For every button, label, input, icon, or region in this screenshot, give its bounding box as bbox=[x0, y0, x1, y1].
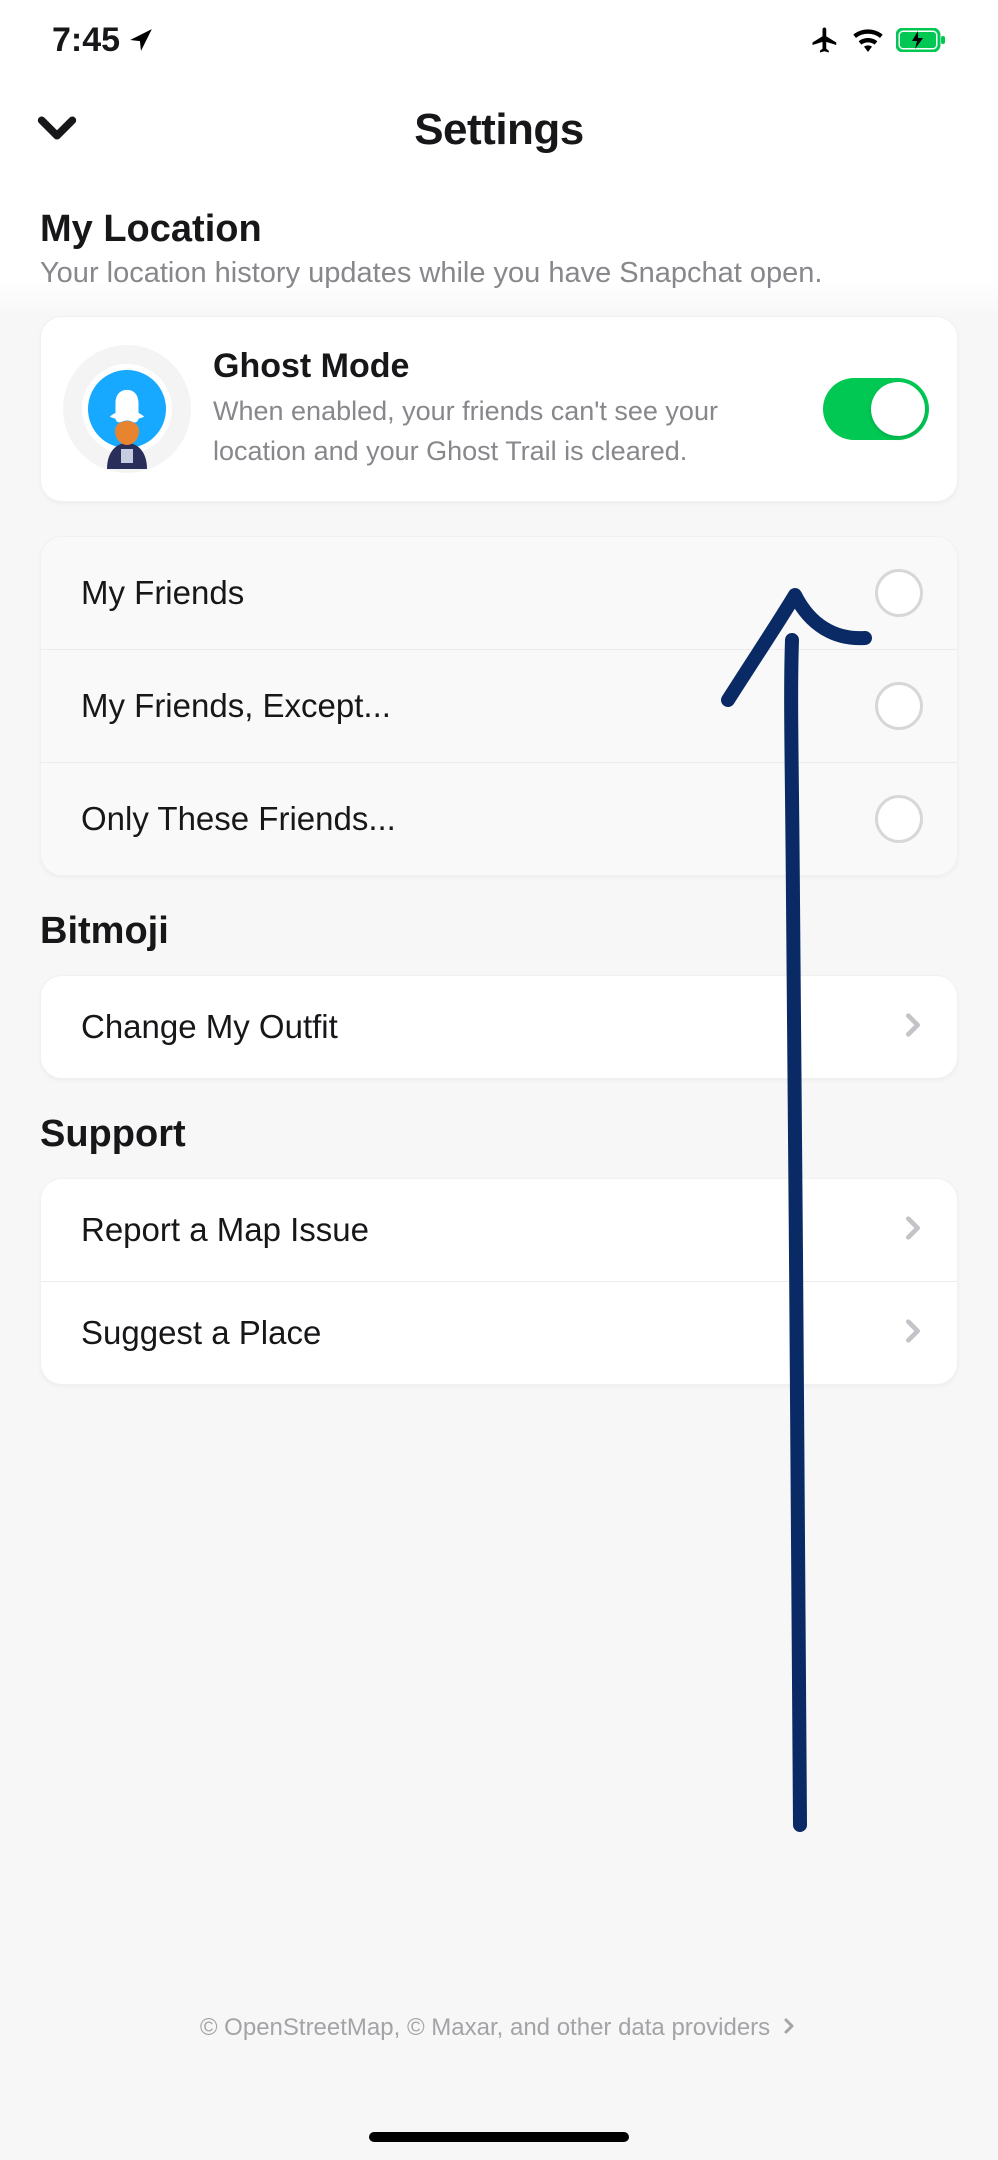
radio-icon bbox=[875, 682, 923, 730]
visibility-options-card: My Friends My Friends, Except... Only Th… bbox=[40, 536, 958, 876]
option-label: My Friends bbox=[81, 574, 244, 612]
support-card: Report a Map Issue Suggest a Place bbox=[40, 1178, 958, 1385]
status-time: 7:45 bbox=[52, 21, 120, 60]
change-outfit-row[interactable]: Change My Outfit bbox=[41, 976, 957, 1078]
radio-icon bbox=[875, 795, 923, 843]
chevron-down-icon bbox=[34, 105, 80, 156]
status-left: 7:45 bbox=[52, 21, 154, 60]
chevron-right-icon bbox=[899, 1317, 927, 1350]
ghost-mode-row: Ghost Mode When enabled, your friends ca… bbox=[41, 317, 957, 501]
battery-charging-icon bbox=[896, 28, 946, 52]
bitmoji-body-icon bbox=[95, 421, 159, 469]
ghost-mode-toggle[interactable] bbox=[823, 378, 929, 440]
bitmoji-avatar bbox=[63, 345, 191, 473]
option-my-friends-except[interactable]: My Friends, Except... bbox=[41, 650, 957, 763]
airplane-icon bbox=[810, 25, 840, 55]
option-label: My Friends, Except... bbox=[81, 687, 391, 725]
wifi-icon bbox=[852, 28, 884, 52]
action-label: Change My Outfit bbox=[81, 1008, 338, 1046]
radio-icon bbox=[875, 569, 923, 617]
chevron-right-icon bbox=[899, 1214, 927, 1247]
location-arrow-icon bbox=[128, 27, 154, 53]
bitmoji-card: Change My Outfit bbox=[40, 975, 958, 1079]
section-title-support: Support bbox=[0, 1079, 998, 1178]
page-title: Settings bbox=[414, 105, 584, 155]
status-bar: 7:45 bbox=[0, 0, 998, 80]
section-subtitle-location: Your location history updates while you … bbox=[0, 257, 998, 316]
suggest-a-place-row[interactable]: Suggest a Place bbox=[41, 1282, 957, 1384]
footer-text: © OpenStreetMap, © Maxar, and other data… bbox=[200, 2014, 770, 2042]
header: Settings bbox=[0, 80, 998, 180]
chevron-right-icon bbox=[780, 2014, 798, 2042]
footer-attribution[interactable]: © OpenStreetMap, © Maxar, and other data… bbox=[0, 2014, 998, 2042]
action-label: Suggest a Place bbox=[81, 1314, 321, 1352]
action-label: Report a Map Issue bbox=[81, 1211, 369, 1249]
option-my-friends[interactable]: My Friends bbox=[41, 537, 957, 650]
option-label: Only These Friends... bbox=[81, 800, 396, 838]
ghost-mode-text: Ghost Mode When enabled, your friends ca… bbox=[213, 347, 801, 470]
ghost-mode-title: Ghost Mode bbox=[213, 347, 801, 386]
status-right bbox=[810, 25, 946, 55]
report-map-issue-row[interactable]: Report a Map Issue bbox=[41, 1179, 957, 1282]
ghost-mode-card: Ghost Mode When enabled, your friends ca… bbox=[40, 316, 958, 502]
section-title-location: My Location bbox=[0, 180, 998, 257]
chevron-right-icon bbox=[899, 1011, 927, 1044]
home-indicator[interactable] bbox=[369, 2132, 629, 2142]
section-title-bitmoji: Bitmoji bbox=[0, 876, 998, 975]
toggle-knob bbox=[871, 382, 925, 436]
back-button[interactable] bbox=[30, 103, 84, 157]
ghost-mode-description: When enabled, your friends can't see you… bbox=[213, 392, 801, 470]
option-only-these-friends[interactable]: Only These Friends... bbox=[41, 763, 957, 875]
